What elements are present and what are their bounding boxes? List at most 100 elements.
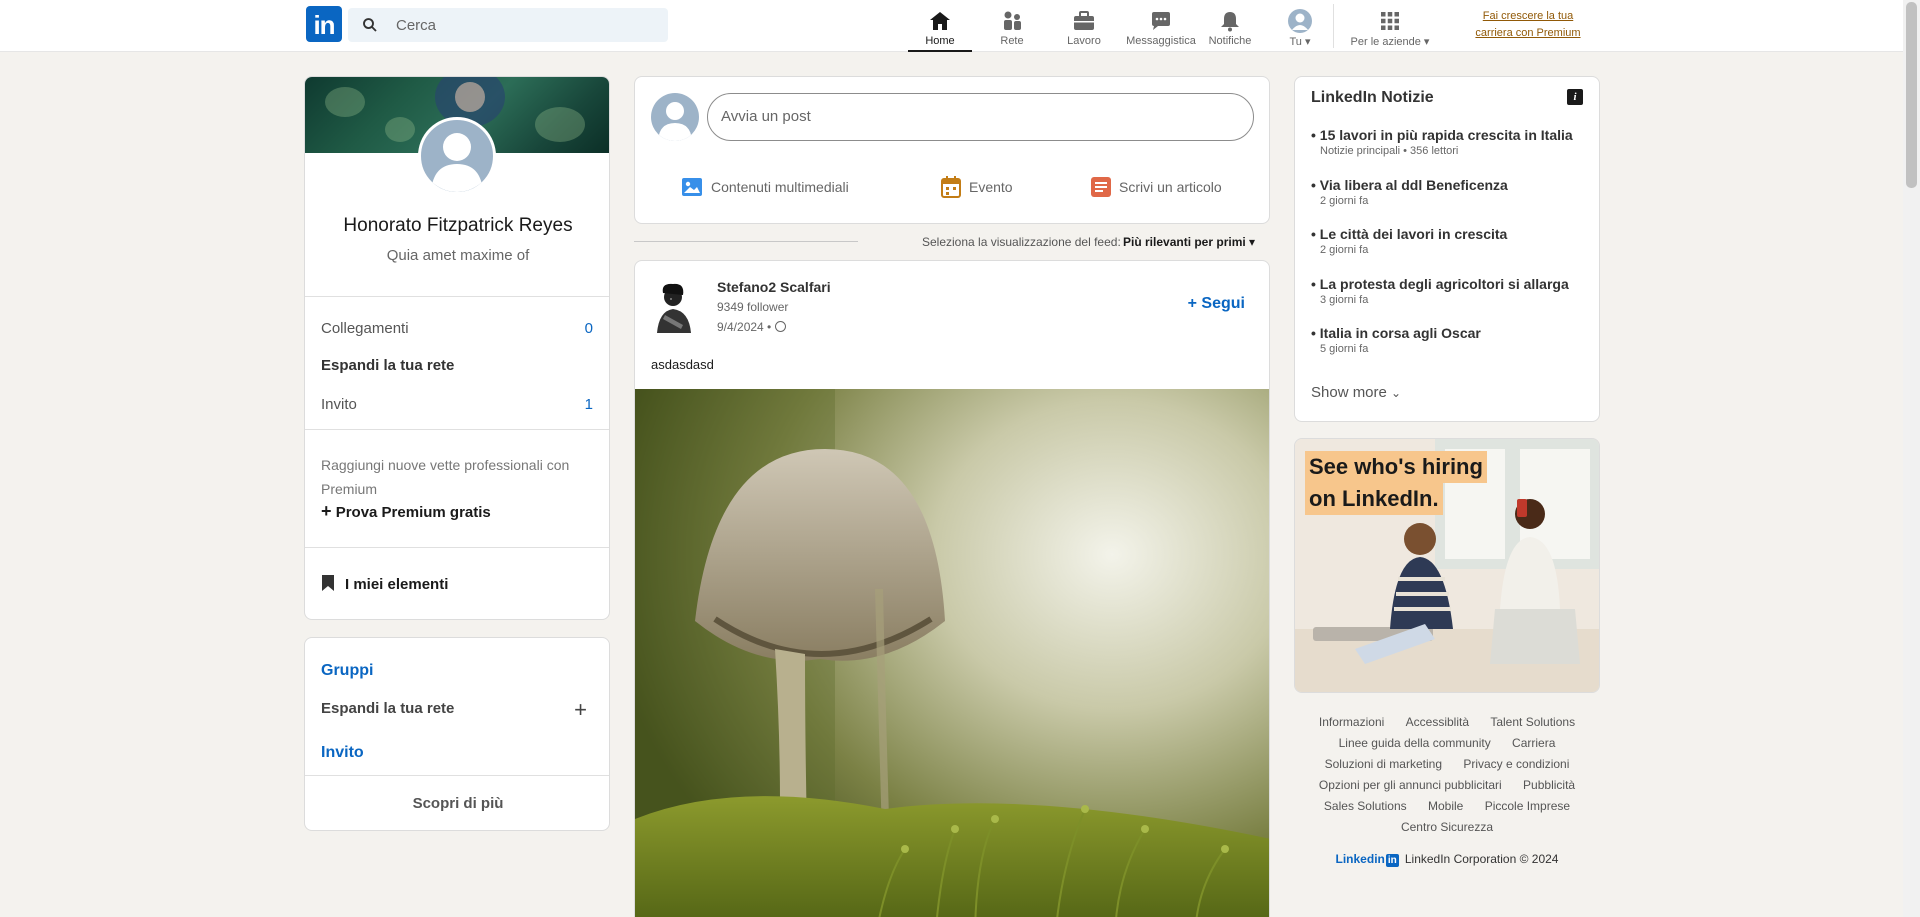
footer-link[interactable]: Opzioni per gli annunci pubblicitari [1319, 778, 1502, 792]
nav-messaging-label: Messaggistica [1126, 35, 1196, 47]
write-article-button[interactable]: Scrivi un articolo [1091, 171, 1222, 203]
composer-avatar[interactable] [651, 93, 699, 141]
feed-sort-divider [634, 241, 858, 242]
linkedin-mini-logo: in [1385, 854, 1399, 867]
profile-name[interactable]: Honorato Fitzpatrick Reyes [305, 215, 609, 237]
nav-home[interactable]: Home [908, 0, 972, 52]
my-items-link[interactable]: I miei elementi [321, 574, 448, 593]
footer-link[interactable]: Mobile [1428, 799, 1463, 813]
nav-messaging[interactable]: Messaggistica [1122, 0, 1200, 52]
feed-sort-label: Seleziona la visualizzazione del feed: [922, 235, 1121, 249]
bell-icon [1221, 12, 1239, 32]
grid-icon [1381, 12, 1399, 30]
invites-label[interactable]: Invito [321, 396, 357, 413]
post-image[interactable] [635, 389, 1269, 917]
divider [305, 429, 609, 430]
footer-link[interactable]: Pubblicità [1523, 778, 1575, 792]
footer-link[interactable]: Centro Sicurezza [1401, 820, 1493, 834]
footer-link[interactable]: Talent Solutions [1490, 715, 1575, 729]
author-photo [651, 281, 699, 333]
show-more-button[interactable]: Show more ⌄ [1311, 384, 1401, 401]
groups-card: Gruppi Espandi la tua rete + Invito Scop… [304, 637, 610, 831]
post-composer: Avvia un post Contenuti multimediali Eve… [634, 76, 1270, 224]
nav-me[interactable]: Tu ▾ [1268, 0, 1332, 52]
plus-icon: + [321, 501, 332, 521]
post-author-avatar[interactable] [651, 281, 699, 333]
news-item[interactable]: • Italia in corsa agli Oscar 5 giorni fa [1311, 325, 1591, 355]
media-button[interactable]: Contenuti multimediali [681, 171, 849, 203]
footer-copyright: Linkedin in LinkedIn Corporation © 2024 [1335, 852, 1559, 867]
discover-more-button[interactable]: Scopri di più [305, 775, 609, 830]
top-navigation: in Home Rete Lavoro Messaggistica Notifi… [0, 0, 1903, 52]
search-box[interactable] [348, 8, 668, 42]
news-item[interactable]: • Le città dei lavori in crescita 2 giorn… [1311, 226, 1591, 256]
caret-down-icon: ▾ [1249, 235, 1256, 249]
search-input[interactable] [396, 8, 656, 42]
feed-sort-dropdown[interactable]: Più rilevanti per primi ▾ [1123, 235, 1255, 249]
post-author-name[interactable]: Stefano2 Scalfari [717, 279, 831, 295]
default-avatar-icon [658, 102, 692, 141]
footer-link[interactable]: Soluzioni di marketing [1325, 757, 1442, 771]
premium-upsell-link[interactable]: Fai crescere la tua carriera con Premium [1468, 8, 1588, 42]
news-card: LinkedIn Notizie i • 15 lavori in più ra… [1294, 76, 1600, 422]
expand-network-row[interactable]: Espandi la tua rete [321, 700, 454, 717]
connections-count[interactable]: 0 [585, 320, 593, 337]
nav-notifications-label: Notifiche [1208, 35, 1252, 47]
footer-link[interactable]: Accessiblità [1406, 715, 1469, 729]
invite-link[interactable]: Invito [321, 744, 364, 762]
info-icon[interactable]: i [1567, 89, 1583, 105]
news-item[interactable]: • 15 lavori in più rapida crescita in It… [1311, 127, 1591, 157]
footer-link[interactable]: Privacy e condizioni [1463, 757, 1569, 771]
nav-business-label: Per le aziende ▾ [1350, 36, 1430, 48]
nav-network[interactable]: Rete [980, 0, 1044, 52]
nav-jobs-label: Lavoro [1067, 35, 1101, 47]
bookmark-icon [322, 575, 334, 591]
footer-link[interactable]: Sales Solutions [1324, 799, 1407, 813]
nav-business[interactable]: Per le aziende ▾ [1340, 0, 1440, 52]
feed-post: Stefano2 Scalfari 9349 follower 9/4/2024… [634, 260, 1270, 917]
follow-button[interactable]: + Segui [1188, 295, 1245, 313]
groups-link[interactable]: Gruppi [321, 662, 373, 680]
ad-headline: See who's hiring on LinkedIn. [1305, 451, 1487, 515]
hiring-ad[interactable]: See who's hiring on LinkedIn. [1294, 438, 1600, 693]
chevron-down-icon: ▾ [1423, 36, 1430, 48]
footer-links: Informazioni Accessiblità Talent Solutio… [1294, 712, 1600, 838]
invites-count[interactable]: 1 [585, 396, 593, 413]
profile-avatar[interactable] [418, 117, 496, 195]
try-premium-link[interactable]: + Prova Premium gratis [321, 501, 491, 522]
nav-notifications[interactable]: Notifiche [1198, 0, 1262, 52]
add-icon[interactable]: + [574, 697, 587, 723]
globe-icon [774, 321, 786, 332]
event-button[interactable]: Evento [941, 171, 1013, 203]
nav-divider [1333, 4, 1334, 48]
avatar-icon [1288, 9, 1312, 33]
start-post-input[interactable]: Avvia un post [707, 93, 1254, 141]
search-icon [363, 18, 377, 32]
footer-link[interactable]: Linee guida della community [1339, 736, 1491, 750]
connections-label[interactable]: Collegamenti [321, 320, 409, 337]
linkedin-wordmark: Linkedin [1335, 852, 1385, 866]
scrollbar-thumb[interactable] [1906, 2, 1917, 188]
briefcase-icon [1074, 11, 1094, 30]
news-item[interactable]: • La protesta degli agricoltori si allar… [1311, 276, 1591, 306]
linkedin-logo[interactable]: in [306, 6, 342, 42]
article-icon [1091, 177, 1111, 197]
news-title: LinkedIn Notizie [1311, 89, 1434, 106]
network-icon [1004, 11, 1021, 30]
nav-me-label: Tu ▾ [1289, 36, 1311, 48]
divider [305, 296, 609, 297]
nav-home-label: Home [925, 35, 955, 47]
messaging-icon [1152, 12, 1170, 30]
footer-link[interactable]: Carriera [1512, 736, 1555, 750]
profile-card: Honorato Fitzpatrick Reyes Quia amet max… [304, 76, 610, 620]
news-item[interactable]: • Via libera al ddl Beneficenza 2 giorni … [1311, 177, 1591, 207]
nav-jobs[interactable]: Lavoro [1052, 0, 1116, 52]
nav-network-label: Rete [1000, 35, 1024, 47]
footer-link[interactable]: Piccole Imprese [1485, 799, 1570, 813]
default-avatar-icon [431, 133, 483, 192]
footer-link[interactable]: Informazioni [1319, 715, 1384, 729]
post-text: asdasdasd [651, 357, 714, 372]
premium-promo-text: Raggiungi nuove vette professionali con … [321, 457, 570, 497]
post-date: 9/4/2024 • [717, 320, 786, 334]
expand-network-link[interactable]: Espandi la tua rete [321, 357, 454, 374]
